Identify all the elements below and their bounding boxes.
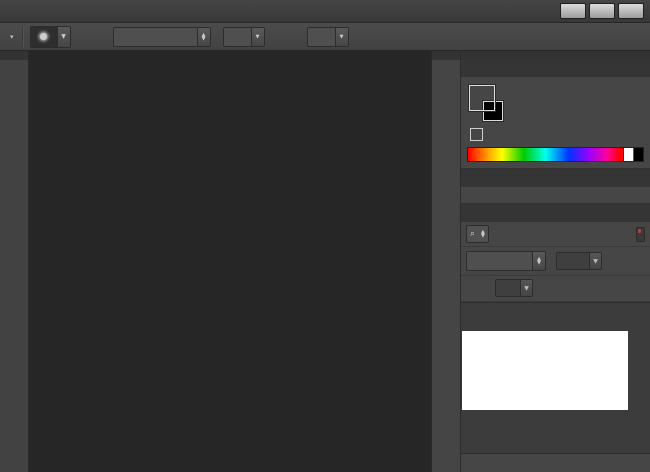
gamut-warning [467, 128, 483, 141]
flow-dropdown[interactable]: ▼ [306, 26, 349, 47]
pressure-size-button[interactable] [385, 27, 409, 47]
tools-panel [0, 51, 29, 472]
opacity-dropdown[interactable]: ▼ [222, 26, 265, 47]
lock-row: ▼ [461, 276, 650, 302]
layer-filter-row: ⌕ ▲ ▼ [461, 222, 650, 247]
layer-blend-mode-dropdown[interactable]: ▲ ▼ [466, 251, 546, 271]
layer-fill-field[interactable]: ▼ [495, 279, 533, 297]
layer-filter-type-dropdown[interactable]: ⌕ ▲ ▼ [466, 225, 489, 243]
opacity-value [224, 28, 251, 46]
close-button[interactable] [618, 3, 644, 19]
brush-preset-picker[interactable]: ▼ [29, 25, 71, 48]
blend-mode-row: ▲ ▼ ▼ [461, 247, 650, 276]
chevron-down-icon: ▼ [589, 253, 601, 269]
updown-arrows-icon: ▲ ▼ [196, 27, 210, 46]
panel-menu-icon[interactable] [640, 73, 650, 77]
minimize-button[interactable] [560, 3, 586, 19]
chevron-down-icon[interactable]: ▼ [56, 26, 70, 47]
toolbar-collapse-button[interactable] [0, 51, 28, 60]
pressure-opacity-button[interactable] [271, 27, 295, 47]
search-icon: ⌕ [470, 229, 476, 239]
layers-bottom-bar [461, 453, 650, 472]
maximize-button[interactable] [589, 3, 615, 19]
gamut-color-chip[interactable] [470, 128, 483, 141]
foreground-color-swatch[interactable] [469, 85, 495, 111]
layer-filter-toggle[interactable] [636, 226, 645, 242]
dock-collapse-button[interactable] [432, 51, 460, 60]
add-adjustment-label [461, 187, 650, 194]
chevron-down-icon: ▾ [10, 32, 14, 41]
flow-value [308, 28, 335, 46]
layer-opacity-field[interactable]: ▼ [556, 252, 602, 270]
adjustment-icons [461, 194, 650, 203]
panel-dock-collapse-button[interactable] [461, 51, 650, 60]
photoshop-window: ▾ ▼ ▲ ▼ ▼ ▼ ⌕ ▲ ▼ ▲ ▼ ▼ ▼ [0, 0, 650, 472]
color-panel-tabs [461, 60, 650, 77]
layer-opacity-value [557, 253, 589, 269]
blend-mode-value [114, 28, 197, 46]
swatch-column [467, 83, 511, 141]
updown-arrows-icon: ▲ ▼ [532, 252, 545, 270]
adjustments-panel-tabs [461, 170, 650, 187]
separator [21, 26, 24, 47]
panel-menu-icon[interactable] [640, 183, 650, 187]
chevron-down-icon: ▼ [520, 280, 532, 296]
collapsed-panel-dock [431, 51, 461, 472]
airbrush-button[interactable] [355, 27, 379, 47]
tool-preset-picker[interactable]: ▾ [6, 33, 16, 41]
layers-panel: ⌕ ▲ ▼ ▲ ▼ ▼ ▼ [461, 205, 650, 472]
window-controls [560, 3, 650, 19]
updown-arrows-icon: ▲ ▼ [481, 229, 485, 239]
color-ramp[interactable] [467, 147, 644, 162]
chevron-down-icon: ▼ [250, 27, 264, 46]
adjustments-panel [461, 170, 650, 205]
toggle-brush-panel-button[interactable] [77, 27, 101, 47]
panel-dock: ⌕ ▲ ▼ ▲ ▼ ▼ ▼ [461, 51, 650, 472]
layer-fill-value [496, 280, 520, 296]
black-swatch[interactable] [633, 148, 643, 161]
layer-blend-mode-value [467, 252, 532, 270]
spectrum-gradient[interactable] [468, 148, 623, 161]
canvas-area [29, 51, 431, 472]
brush-tip-icon [40, 32, 48, 40]
layer-list[interactable] [461, 302, 650, 453]
blend-mode-dropdown[interactable]: ▲ ▼ [112, 26, 211, 47]
brush-tip-preview [30, 26, 57, 47]
white-swatch[interactable] [623, 148, 633, 161]
workspace: ⌕ ▲ ▼ ▲ ▼ ▼ ▼ [0, 51, 650, 472]
watermark [462, 331, 628, 410]
color-panel [461, 60, 650, 170]
options-bar: ▾ ▼ ▲ ▼ ▼ ▼ [0, 23, 650, 51]
rgb-sliders [511, 83, 644, 141]
layers-panel-tabs [461, 205, 650, 222]
color-panel-content [461, 77, 650, 145]
menu-bar [0, 0, 650, 23]
chevron-down-icon: ▼ [334, 27, 348, 46]
